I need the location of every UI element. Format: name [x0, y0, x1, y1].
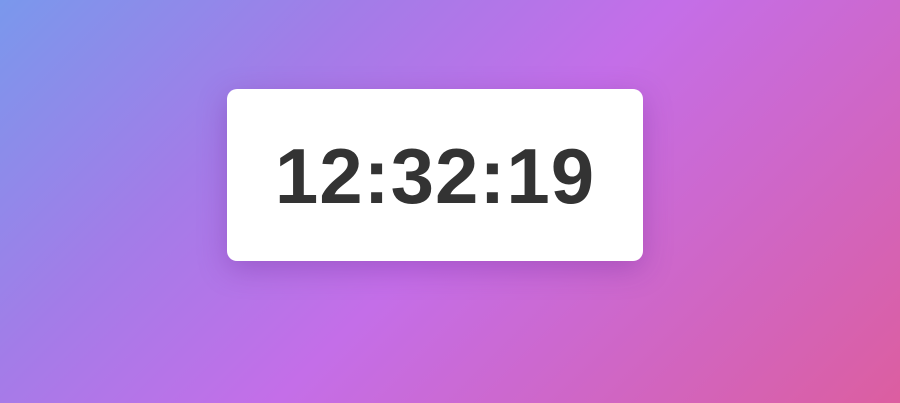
- clock-card: 12:32:19: [227, 89, 643, 261]
- clock-time: 12:32:19: [274, 132, 596, 220]
